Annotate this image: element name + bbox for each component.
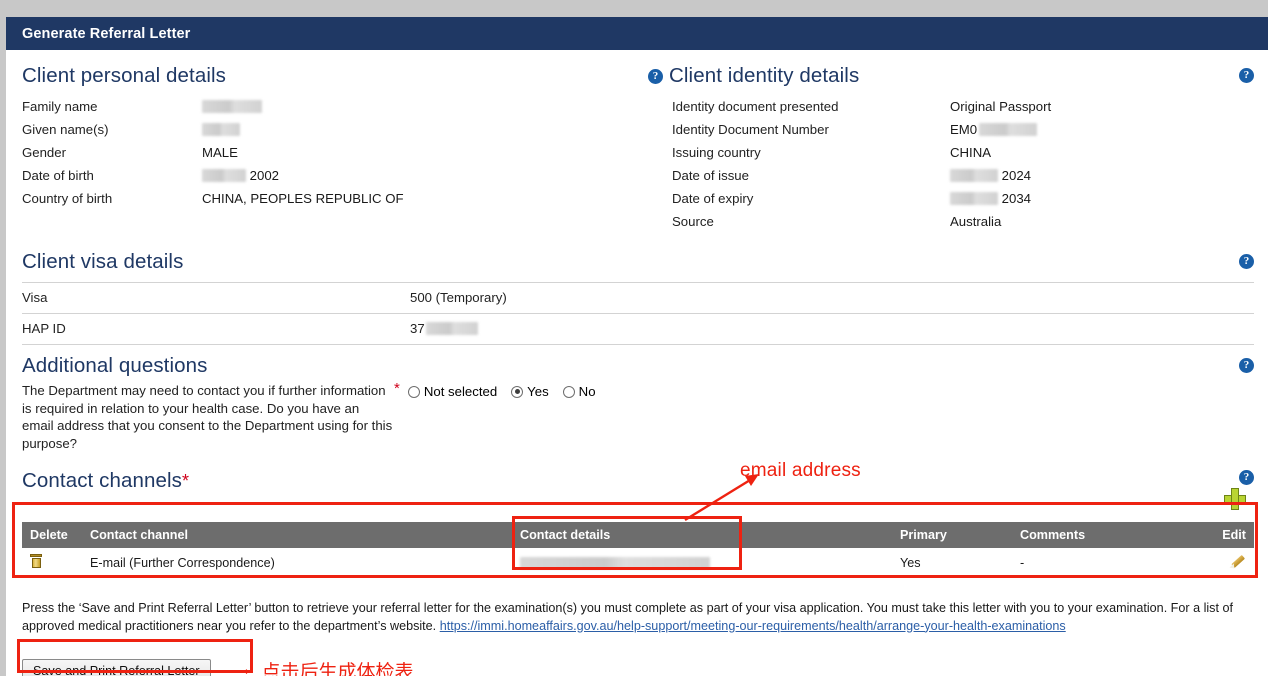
field-date-of-birth: Date of birth 2002: [22, 165, 640, 188]
field-label: Family name: [22, 99, 98, 114]
field-label: Country of birth: [22, 191, 113, 206]
field-date-of-issue: Date of issue 2024: [648, 165, 1240, 188]
page-title: Generate Referral Letter: [22, 25, 191, 42]
personal-heading-row: Client personal details: [22, 62, 640, 90]
section-heading-additional: Additional questions: [22, 353, 208, 377]
field-given-names: Given name(s): [22, 119, 640, 142]
row-label: HAP ID: [22, 321, 66, 336]
footer-instructions: Press the ‘Save and Print Referral Lette…: [22, 600, 1252, 635]
field-family-name: Family name: [22, 96, 640, 119]
required-star: *: [394, 380, 400, 397]
section-heading-visa: Client visa details: [22, 250, 184, 273]
field-label: Issuing country: [672, 145, 761, 160]
details-columns: Client personal details Family name Give…: [22, 62, 1254, 234]
radio-not-selected[interactable]: Not selected: [407, 384, 498, 399]
field-value: 2024: [950, 165, 1031, 188]
row-label: Visa: [22, 290, 48, 305]
field-value-text: 2024: [1001, 168, 1032, 183]
field-value: CHINA: [950, 145, 992, 160]
field-label: Gender: [22, 145, 66, 160]
field-value: Australia: [950, 214, 1002, 229]
field-value-text: EM0: [950, 122, 978, 137]
help-icon-additional-section[interactable]: ?: [1239, 357, 1254, 373]
section-heading-personal: Client personal details: [22, 63, 226, 87]
field-value-text: 2002: [249, 168, 280, 183]
health-examinations-link[interactable]: https://immi.homeaffairs.gov.au/help-sup…: [440, 619, 1066, 633]
radio-label: Yes: [527, 384, 549, 399]
radio-circle-icon-selected[interactable]: [511, 385, 524, 398]
field-label: Date of birth: [22, 168, 94, 183]
annotation-button-note: 点击后生成体检表: [261, 661, 414, 676]
radio-label: Not selected: [423, 384, 498, 399]
additional-questions-section: Additional questions ? The Department ma…: [22, 353, 1254, 453]
field-value: [202, 119, 240, 142]
identity-heading-row: ? Client identity details: [648, 62, 1240, 90]
field-identity-document-number: Identity Document Number EM0: [648, 119, 1240, 142]
client-identity-details-section: ? Client identity details Identity docum…: [640, 62, 1240, 234]
identity-fields: Identity document presented Original Pas…: [648, 96, 1240, 234]
annotation-box-save-button: [17, 639, 253, 673]
field-gender: Gender MALE: [22, 142, 640, 165]
divider: [22, 343, 1254, 345]
annotation-box-contact-details: [512, 516, 742, 570]
contact-channels-heading-row: Contact channels * ?: [22, 466, 1254, 496]
client-personal-details-section: Client personal details Family name Give…: [22, 62, 640, 234]
additional-question-row: The Department may need to contact you i…: [22, 380, 1254, 452]
radio-yes[interactable]: Yes: [511, 384, 549, 399]
field-label: Identity document presented: [672, 99, 839, 114]
field-label: Given name(s): [22, 122, 109, 137]
screenshot-root: Generate Referral Letter Client personal…: [0, 0, 1268, 676]
client-visa-details-section: Client visa details ? Visa 500 (Temporar…: [22, 250, 1254, 345]
consent-radio-group: * Not selected Yes No: [394, 380, 596, 452]
masked-value: [979, 123, 1038, 136]
masked-value: [202, 100, 262, 113]
field-date-of-expiry: Date of expiry 2034: [648, 188, 1240, 211]
personal-fields: Family name Given name(s) Gender MALE Da…: [22, 96, 640, 211]
field-value: 2002: [202, 165, 279, 188]
section-heading-contact-channels: Contact channels: [22, 468, 183, 492]
radio-label: No: [578, 384, 596, 399]
masked-value: [950, 169, 998, 182]
radio-no[interactable]: No: [562, 384, 596, 399]
row-visa: Visa 500 (Temporary): [22, 283, 1254, 313]
field-label: Date of expiry: [672, 191, 754, 206]
row-value-text: 37: [410, 321, 425, 336]
row-value: 500 (Temporary): [410, 290, 507, 305]
field-value: MALE: [202, 145, 238, 160]
masked-value: [425, 322, 478, 335]
window-title-bar: Generate Referral Letter: [6, 17, 1268, 50]
row-hap-id: HAP ID 37: [22, 314, 1254, 344]
help-icon-visa-section[interactable]: ?: [1239, 254, 1254, 269]
row-value: 37: [410, 321, 478, 336]
radio-circle-icon[interactable]: [562, 385, 575, 398]
footer-actions: Save and Print Referral Letter → 点击后生成体检…: [17, 639, 1254, 676]
masked-value: [950, 192, 998, 205]
field-source: Source Australia: [648, 211, 1240, 234]
section-heading-identity: Client identity details: [669, 63, 860, 87]
field-value: [202, 96, 262, 119]
field-country-of-birth: Country of birth CHINA, PEOPLES REPUBLIC…: [22, 188, 640, 211]
required-star: *: [182, 471, 190, 491]
masked-value: [202, 169, 246, 182]
field-value: CHINA, PEOPLES REPUBLIC OF: [202, 191, 404, 206]
contact-channels-section: Contact channels * ? email address Delet…: [12, 460, 1258, 578]
radio-circle-icon[interactable]: [407, 385, 420, 398]
field-label: Identity Document Number: [672, 122, 829, 137]
field-label: Source: [672, 214, 714, 229]
field-value: Original Passport: [950, 99, 1052, 114]
field-identity-document-presented: Identity document presented Original Pas…: [648, 96, 1240, 119]
field-label: Date of issue: [672, 168, 749, 183]
field-value: EM0: [950, 119, 1038, 142]
field-value-text: 2034: [1001, 191, 1032, 206]
help-icon[interactable]: ?: [648, 68, 663, 84]
field-value: 2034: [950, 188, 1031, 211]
masked-value: [202, 123, 240, 136]
page-content: Client personal details Family name Give…: [6, 50, 1268, 676]
help-icon-personal-section[interactable]: ?: [1239, 68, 1254, 83]
help-icon-contact-section[interactable]: ?: [1239, 470, 1254, 485]
additional-question-text: The Department may need to contact you i…: [22, 383, 393, 451]
field-issuing-country: Issuing country CHINA: [648, 142, 1240, 165]
